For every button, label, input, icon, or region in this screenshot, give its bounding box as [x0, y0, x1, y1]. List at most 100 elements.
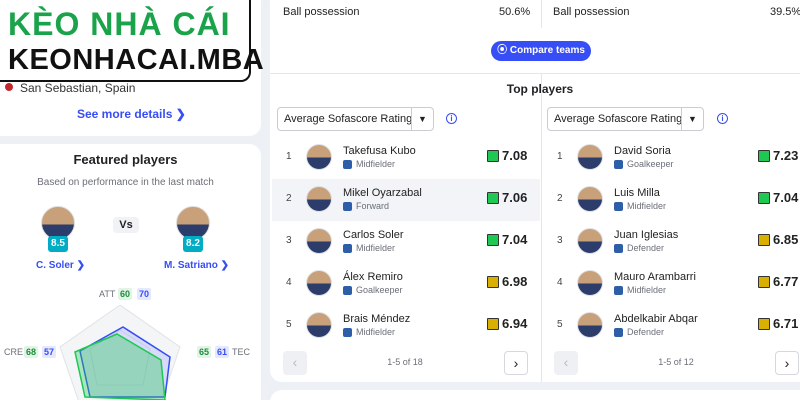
team-crest-icon: [343, 328, 352, 337]
possession-label-left: Ball possession: [283, 6, 360, 18]
player-name: Luis Milla: [614, 187, 660, 199]
possession-value-left: 50.6%: [499, 6, 531, 18]
player-rating: 6.77: [773, 274, 799, 289]
stat-tec-label: TEC: [232, 347, 250, 357]
player-avatar-left[interactable]: [41, 206, 75, 240]
player-row[interactable]: 2 Luis Milla Midfielder 7.04: [543, 179, 800, 221]
stat-cre-label: CRE: [4, 347, 24, 357]
prev-page-button[interactable]: ‹: [283, 351, 307, 375]
player-rating: 6.94: [502, 316, 528, 331]
spain-flag-icon: [5, 83, 13, 91]
player-rating: 6.85: [773, 232, 799, 247]
player-row[interactable]: 5 Brais Méndez Midfielder 6.94: [272, 305, 540, 347]
player-avatar: [306, 312, 332, 338]
player-rank: 2: [557, 193, 563, 204]
logo-line2: KEONHACAI.MBA: [8, 44, 265, 76]
info-icon[interactable]: i: [446, 113, 457, 124]
player-row[interactable]: 1 Takefusa Kubo Midfielder 7.08: [272, 137, 540, 179]
player-name: Álex Remiro: [343, 271, 403, 283]
player-row[interactable]: 2 Mikel Oyarzabal Forward 7.06: [272, 179, 540, 221]
possession-divider: [541, 0, 542, 28]
player-name: Takefusa Kubo: [343, 145, 416, 157]
rating-color-box: [758, 234, 770, 246]
player-avatar: [577, 270, 603, 296]
player-row[interactable]: 4 Álex Remiro Goalkeeper 6.98: [272, 263, 540, 305]
player-row[interactable]: 4 Mauro Arambarri Midfielder 6.77: [543, 263, 800, 305]
player-name: Juan Iglesias: [614, 229, 679, 241]
player-rating: 6.71: [773, 316, 799, 331]
player-rating: 7.04: [773, 190, 799, 205]
player-avatar: [577, 144, 603, 170]
player-name: Carlos Soler: [343, 229, 404, 241]
player-avatar: [306, 270, 332, 296]
player-position: Defender: [627, 243, 665, 253]
player-name: Brais Méndez: [343, 313, 411, 325]
player-rank: 1: [286, 151, 292, 162]
pager-info: 1-5 of 12: [658, 357, 694, 367]
rating-select-left-value: Average Sofascore Rating: [284, 113, 413, 125]
player-name: Mauro Arambarri: [614, 271, 696, 283]
team-crest-icon: [343, 244, 352, 253]
player-avatar: [577, 228, 603, 254]
player-position: Goalkeeper: [627, 159, 674, 169]
rating-color-box: [758, 150, 770, 162]
stat-tec-right: 61: [215, 346, 230, 358]
player-position: Goalkeeper: [356, 285, 403, 295]
player-rank: 1: [557, 151, 563, 162]
player-rating: 7.06: [502, 190, 528, 205]
rating-color-box: [487, 150, 499, 162]
team-crest-icon: [614, 328, 623, 337]
player-name: Mikel Oyarzabal: [343, 187, 422, 199]
see-more-details-link[interactable]: See more details ❯: [77, 107, 186, 121]
stat-att-left: 60: [118, 288, 133, 300]
rating-color-box: [487, 318, 499, 330]
player-name-left-link[interactable]: C. Soler ❯: [36, 260, 85, 271]
rating-select-right[interactable]: Average Sofascore Rating ▼: [547, 107, 704, 131]
team-crest-icon: [614, 286, 623, 295]
team-crest-icon: [614, 244, 623, 253]
player-position: Forward: [356, 201, 390, 211]
featured-players-title: Featured players: [73, 152, 178, 167]
versus-badge: Vs: [113, 217, 139, 233]
logo-line1: KÈO NHÀ CÁI: [8, 6, 231, 42]
player-rating: 7.08: [502, 148, 528, 163]
player-name: David Soria: [614, 145, 671, 157]
team-crest-icon: [343, 202, 352, 211]
team-crest-icon: [343, 286, 352, 295]
player-rank: 2: [286, 193, 292, 204]
player-row[interactable]: 5 Abdelkabir Abqar Defender 6.71: [543, 305, 800, 347]
next-page-button[interactable]: ›: [504, 351, 528, 375]
player-rank: 5: [557, 319, 563, 330]
section-divider: [270, 73, 800, 74]
rating-select-left[interactable]: Average Sofascore Rating ▼: [277, 107, 434, 131]
player-rating: 6.98: [502, 274, 528, 289]
player-name-right-link[interactable]: M. Satriano ❯: [164, 260, 229, 271]
player-avatar: [577, 312, 603, 338]
player-avatar-right[interactable]: [176, 206, 210, 240]
player-avatar: [306, 228, 332, 254]
column-divider: [541, 74, 542, 382]
player-row[interactable]: 1 David Soria Goalkeeper 7.23: [543, 137, 800, 179]
pager-left: ‹ 1-5 of 18 ›: [283, 351, 528, 375]
player-row[interactable]: 3 Juan Iglesias Defender 6.85: [543, 221, 800, 263]
attribute-radar-chart: [59, 305, 181, 400]
player-position: Midfielder: [627, 285, 667, 295]
player-rating-right: 8.2: [183, 236, 203, 252]
player-position: Defender: [627, 327, 665, 337]
player-avatar: [577, 186, 603, 212]
next-page-button[interactable]: ›: [775, 351, 799, 375]
stat-att-label: ATT: [99, 289, 116, 299]
stat-tec-left: 65: [197, 346, 212, 358]
player-avatar: [306, 144, 332, 170]
player-rank: 3: [557, 235, 563, 246]
rating-color-box: [758, 192, 770, 204]
pager-info: 1-5 of 18: [387, 357, 423, 367]
prev-page-button[interactable]: ‹: [554, 351, 578, 375]
player-rating-left: 8.5: [48, 236, 68, 252]
player-rank: 4: [286, 277, 292, 288]
info-icon[interactable]: i: [717, 113, 728, 124]
next-card: [270, 390, 800, 400]
compare-teams-button[interactable]: ⦿ Compare teams: [491, 41, 591, 61]
stat-cre-left: 68: [24, 346, 39, 358]
player-row[interactable]: 3 Carlos Soler Midfielder 7.04: [272, 221, 540, 263]
